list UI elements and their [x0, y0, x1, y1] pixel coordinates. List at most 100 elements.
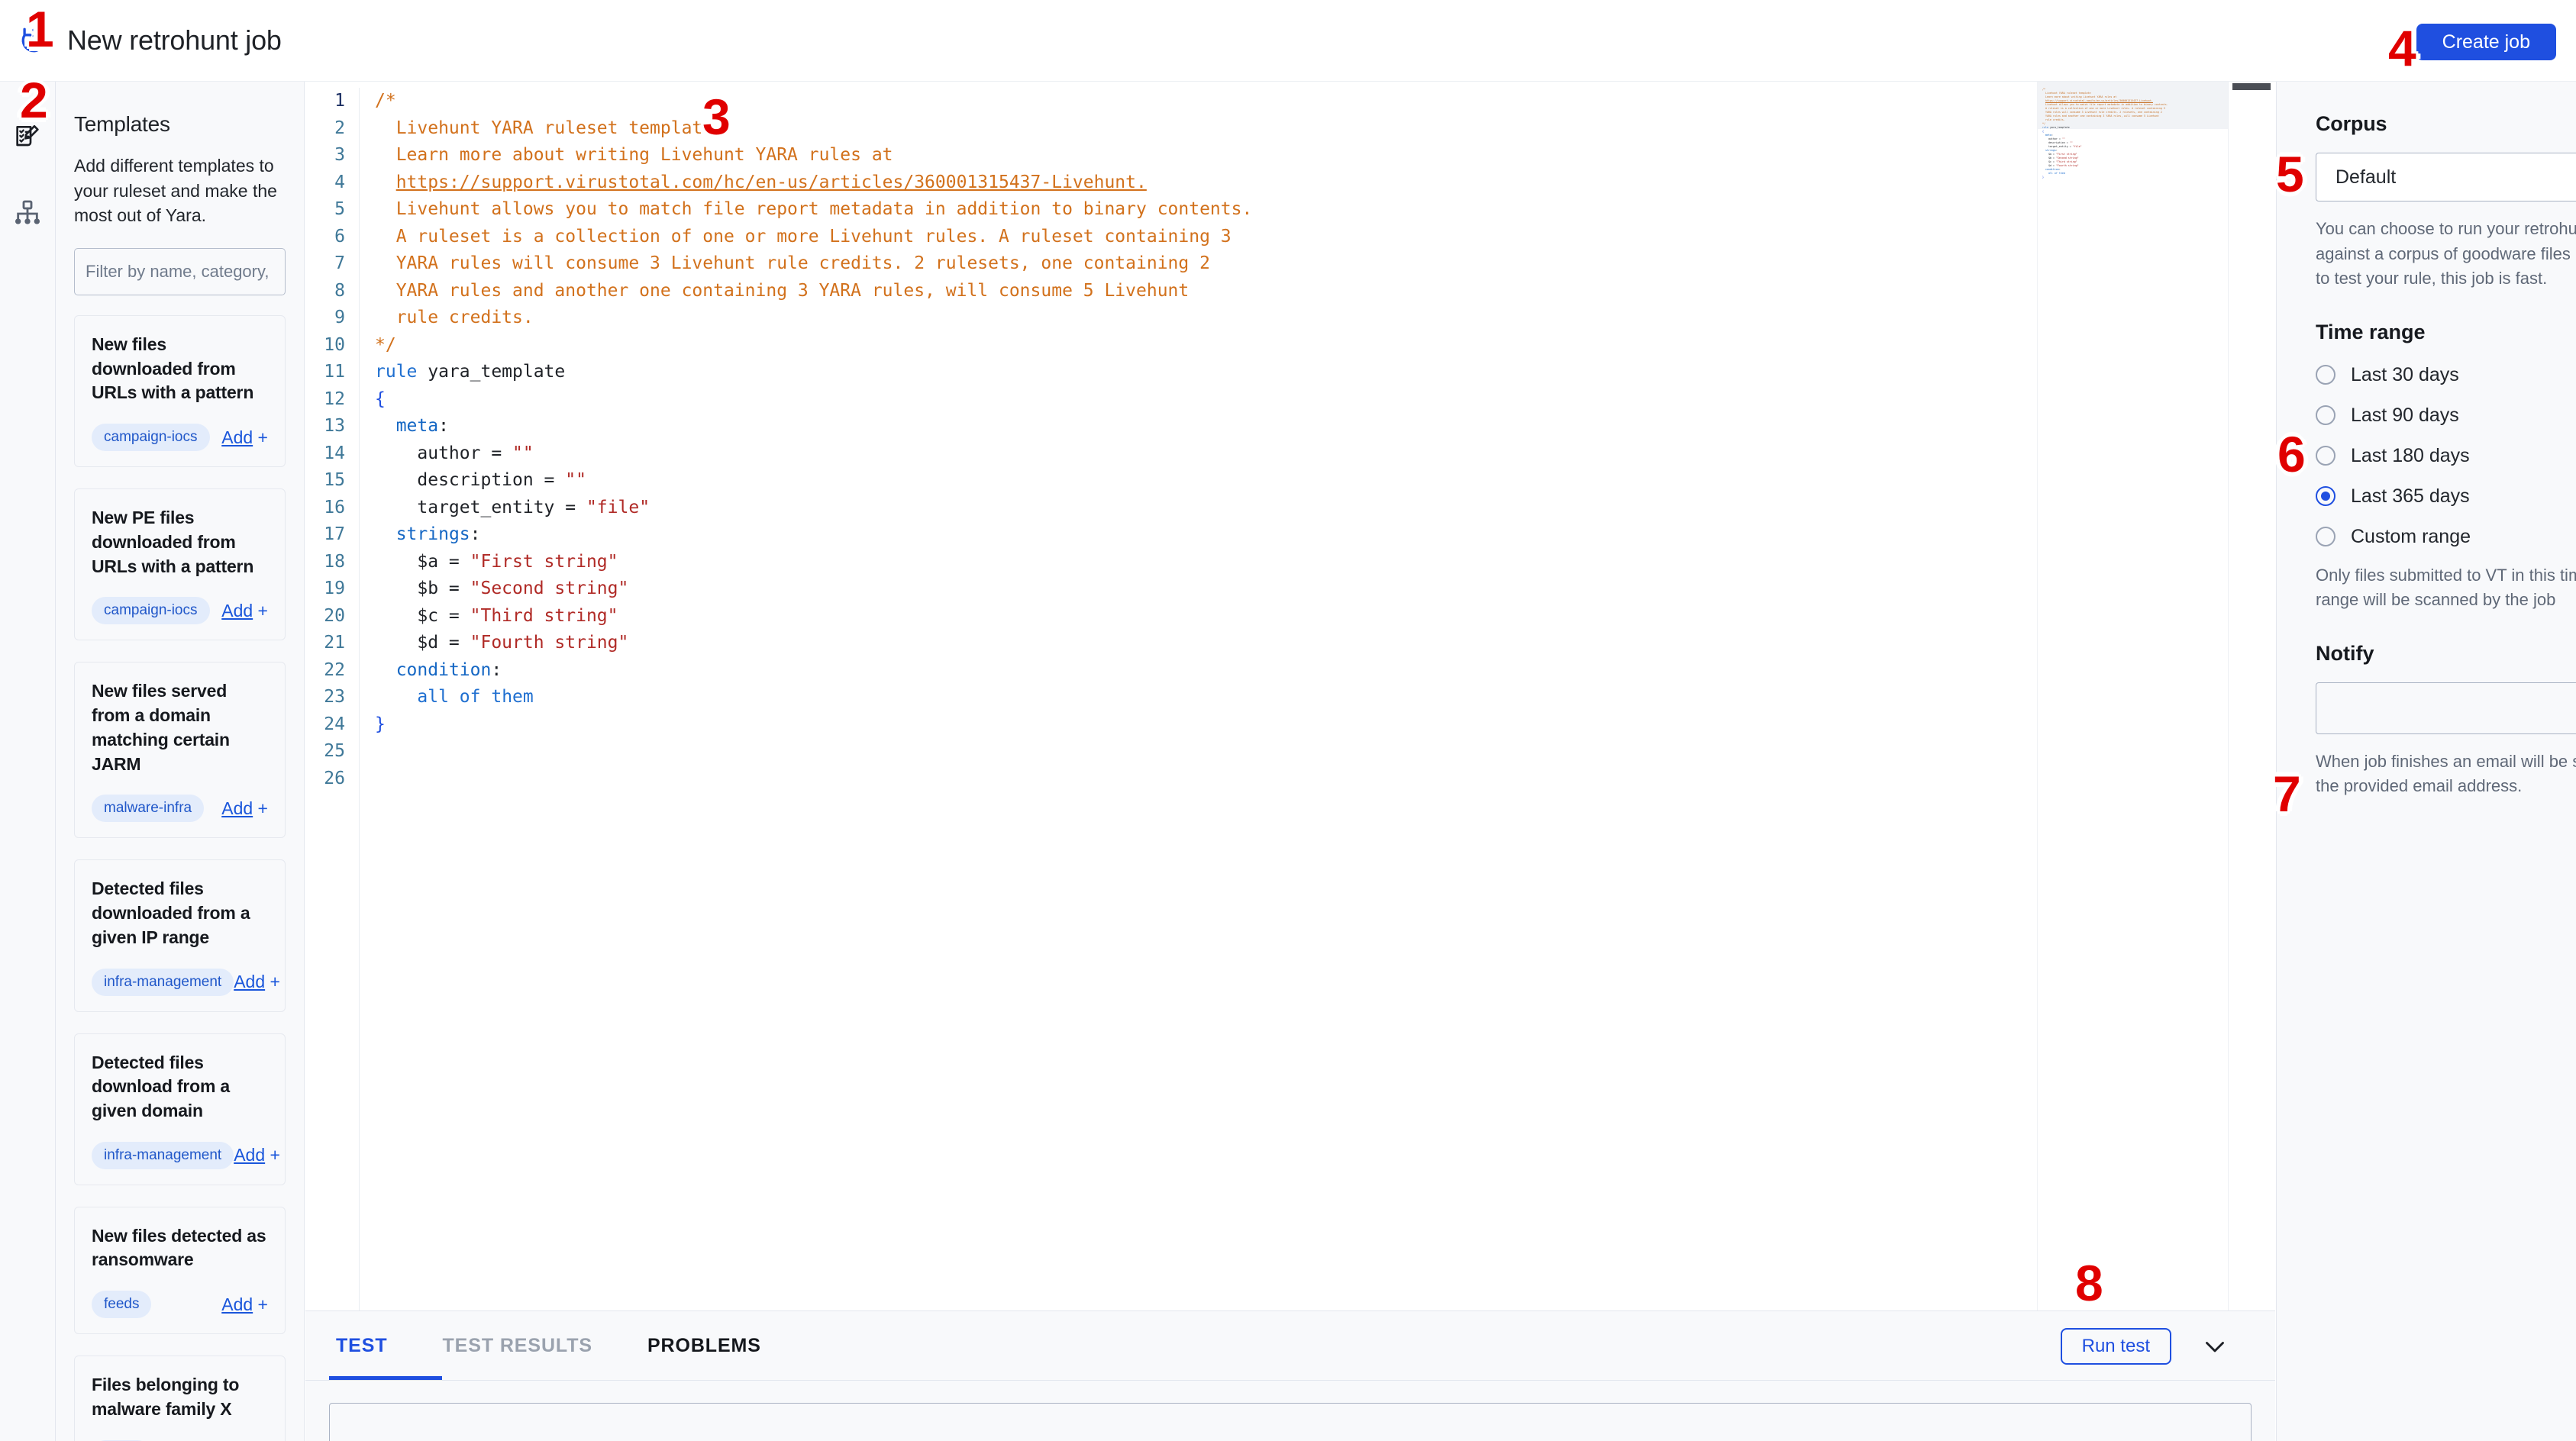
- yara-code-editor[interactable]: 1 2 3 4 5 6 7 8 9 10 11 12 13 14 15 16 17 18 19 20 21 22 23 24 2…: [305, 82, 2275, 1310]
- corpus-hint: You can choose to run your retrohunt job…: [2316, 219, 2576, 289]
- template-card[interactable]: Detected files downloaded from a given I…: [74, 859, 286, 1012]
- line-number: 25: [324, 741, 345, 761]
- add-template-button[interactable]: Add +: [221, 601, 268, 621]
- code-line: description = "": [375, 470, 586, 490]
- editor-scrollbar-thumb[interactable]: [2232, 83, 2271, 90]
- add-template-button[interactable]: Add +: [221, 427, 268, 448]
- radio-unchecked-icon[interactable]: [2316, 446, 2336, 466]
- template-name: New PE files downloaded from URLs with a…: [92, 508, 254, 576]
- template-card-footer: infra-management Add +: [92, 968, 280, 996]
- line-number: 2: [334, 118, 345, 138]
- code-area[interactable]: 1 2 3 4 5 6 7 8 9 10 11 12 13 14 15 16 17 18 19 20 21 22 23 24 2…: [305, 82, 2228, 1310]
- line-number: 19: [324, 579, 345, 598]
- template-card-footer: feeds Add +: [92, 1291, 268, 1319]
- tab-problems[interactable]: PROBLEMS: [647, 1335, 761, 1357]
- code-line: $b = "Second string": [375, 579, 629, 598]
- template-category-tag: malware-infra: [92, 795, 205, 823]
- templates-checklist-edit-icon[interactable]: [8, 118, 47, 158]
- code-line: Livehunt YARA ruleset template: [375, 118, 714, 138]
- editor-vertical-scrollbar[interactable]: [2228, 82, 2275, 1310]
- line-number: 11: [324, 362, 345, 382]
- time-range-option-4[interactable]: Last 365 days: [2316, 485, 2576, 508]
- template-filter-input[interactable]: [74, 247, 286, 295]
- code-line: condition:: [395, 659, 502, 680]
- template-name: New files downloaded from URLs with a pa…: [92, 334, 254, 403]
- line-number: 8: [334, 280, 345, 301]
- time-range-option-1[interactable]: Last 30 days: [2316, 364, 2576, 386]
- line-number: 9: [334, 308, 345, 327]
- code-line: rule yara_template: [375, 362, 566, 382]
- notify-email-input[interactable]: [2316, 682, 2576, 734]
- time-range-radio-group: Last 30 days Last 90 days Last 180 days Las…: [2316, 364, 2576, 548]
- time-range-option-label: Last 180 days: [2351, 444, 2470, 466]
- tab-test[interactable]: TEST: [336, 1335, 388, 1357]
- line-number: 15: [324, 470, 345, 490]
- line-number: 3: [334, 145, 345, 165]
- minimap-viewport-slider[interactable]: [2038, 82, 2228, 129]
- time-range-option-2[interactable]: Last 90 days: [2316, 405, 2576, 427]
- template-card[interactable]: Detected files download from a given dom…: [74, 1033, 286, 1185]
- line-number: 17: [324, 524, 345, 544]
- time-range-option-5[interactable]: Custom range: [2316, 526, 2576, 548]
- tabbar-divider: [305, 1380, 2275, 1381]
- template-category-tag: infra-management: [92, 968, 234, 996]
- add-template-button[interactable]: Add +: [234, 1145, 280, 1165]
- corpus-select[interactable]: Default: [2316, 153, 2576, 201]
- add-template-button[interactable]: Add +: [221, 798, 268, 819]
- line-number: 24: [324, 714, 345, 734]
- line-number: 7: [334, 253, 345, 273]
- hierarchy-sitemap-icon[interactable]: [8, 193, 47, 233]
- template-card[interactable]: New files downloaded from URLs with a pa…: [74, 314, 286, 468]
- editor-minimap[interactable]: /* Livehunt YARA ruleset template Learn …: [2037, 82, 2228, 1310]
- corpus-label: Corpus: [2316, 112, 2387, 135]
- radio-unchecked-icon[interactable]: [2316, 527, 2336, 547]
- code-line: rule credits.: [375, 308, 534, 327]
- line-number: 5: [334, 199, 345, 219]
- template-list: New files downloaded from URLs with a pa…: [74, 314, 286, 1441]
- template-category-tag: campaign-iocs: [92, 424, 210, 452]
- template-name: Files belonging to malware family X: [92, 1375, 240, 1419]
- bottom-test-panel: TEST TEST RESULTS PROBLEMS Run test: [305, 1310, 2275, 1441]
- template-category-tag: campaign-iocs: [92, 597, 210, 625]
- create-job-button[interactable]: Create job: [2416, 24, 2556, 60]
- sidebar-description: Add different templates to your ruleset …: [74, 156, 277, 226]
- template-card[interactable]: New files detected as ransomware feeds Add…: [74, 1206, 286, 1335]
- code-line: $c = "Third string": [375, 605, 618, 626]
- code-line: all of them: [417, 687, 534, 707]
- line-number: 16: [324, 497, 345, 517]
- line-number: 1: [334, 91, 345, 111]
- corpus-select-value: Default: [2336, 166, 2397, 188]
- code-line: YARA rules will consume 3 Livehunt rule …: [375, 253, 1210, 273]
- template-card[interactable]: New files served from a domain matching …: [74, 662, 286, 839]
- time-range-option-3[interactable]: Last 180 days: [2316, 445, 2576, 467]
- line-number: 10: [324, 334, 345, 355]
- chevron-down-icon[interactable]: [2197, 1333, 2232, 1360]
- retrohunt-job-page: New retrohunt job Create job Templates A…: [0, 0, 2576, 1441]
- test-file-input[interactable]: [329, 1403, 2252, 1441]
- run-test-button[interactable]: Run test: [2060, 1328, 2171, 1365]
- tab-test-results[interactable]: TEST RESULTS: [443, 1335, 592, 1357]
- time-range-option-label: Last 365 days: [2351, 485, 2470, 507]
- radio-unchecked-icon[interactable]: [2316, 405, 2336, 426]
- time-range-label: Time range: [2316, 320, 2426, 343]
- line-number: 21: [324, 633, 345, 653]
- code-line: Livehunt allows you to match file report…: [375, 199, 1253, 219]
- code-content[interactable]: /* Livehunt YARA ruleset template Learn …: [359, 88, 2228, 1310]
- template-name: Detected files download from a given dom…: [92, 1052, 231, 1120]
- template-card-footer: campaign-iocs Add +: [92, 424, 268, 452]
- code-line: {: [375, 388, 386, 409]
- line-number: 14: [324, 443, 345, 463]
- radio-checked-icon[interactable]: [2316, 486, 2336, 507]
- page-title: New retrohunt job: [67, 24, 282, 56]
- line-number: 12: [324, 388, 345, 409]
- template-card[interactable]: New PE files downloaded from URLs with a…: [74, 488, 286, 641]
- add-template-button[interactable]: Add +: [221, 1294, 268, 1315]
- template-category-tag: infra-management: [92, 1141, 234, 1169]
- add-template-button[interactable]: Add +: [234, 972, 280, 992]
- code-line: $d = "Fourth string": [375, 633, 629, 653]
- code-line: author = "": [375, 443, 534, 463]
- template-card[interactable]: Files belonging to malware family Xfeeds…: [74, 1356, 286, 1441]
- radio-unchecked-icon[interactable]: [2316, 365, 2336, 385]
- code-line: https://support.virustotal.com/hc/en-us/…: [395, 172, 1147, 192]
- line-number: 20: [324, 605, 345, 626]
